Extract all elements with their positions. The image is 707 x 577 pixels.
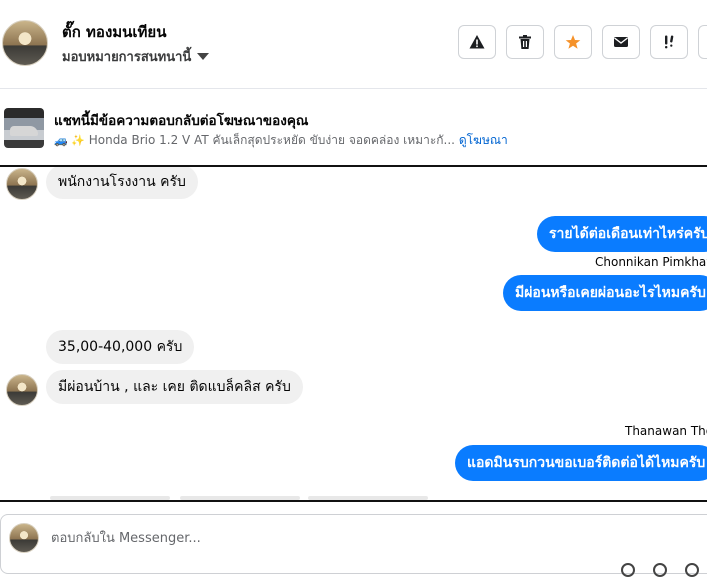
- star-icon: [565, 35, 581, 49]
- reply-composer: [0, 514, 707, 577]
- follow-up-button[interactable]: [650, 25, 688, 59]
- report-spam-button[interactable]: [458, 25, 496, 59]
- contact-name[interactable]: ตั๊ก ทองมนเทียน: [62, 20, 166, 44]
- outgoing-message[interactable]: มีผ่อนหรือเคยผ่อนอะไรไหมครับ: [503, 275, 707, 311]
- divider: [0, 500, 707, 502]
- ad-car-thumbnail[interactable]: [4, 108, 44, 148]
- envelope-icon: [614, 37, 628, 47]
- car-sparkles-emoji: 🚙 ✨: [54, 134, 85, 147]
- outgoing-message[interactable]: แอดมินรบกวนขอเบอร์ติดต่อได้ไหมครับ: [455, 445, 707, 481]
- incoming-message[interactable]: มีผ่อนบ้าน , และ เคย ติดแบล็คลิส ครับ: [46, 370, 303, 404]
- ad-reply-banner: แชทนี้มีข้อความตอบกลับต่อโฆษณาของคุณ 🚙 ✨…: [0, 89, 707, 167]
- view-ad-link[interactable]: ดูโฆษณา: [459, 133, 508, 147]
- attach-icon[interactable]: [653, 563, 667, 577]
- assign-label: มอบหมายการสนทนานี้: [62, 50, 192, 65]
- emoji-icon[interactable]: [621, 563, 635, 577]
- contact-avatar-small: [6, 374, 38, 406]
- star-button[interactable]: [554, 25, 592, 59]
- delete-button[interactable]: [506, 25, 544, 59]
- contact-avatar[interactable]: [2, 20, 48, 66]
- ad-banner-title: แชทนี้มีข้อความตอบกลับต่อโฆษณาของคุณ: [54, 113, 309, 129]
- more-icon[interactable]: [685, 563, 699, 577]
- mark-unread-button[interactable]: [602, 25, 640, 59]
- incoming-message[interactable]: พนักงานโรงงาน ครับ: [46, 167, 198, 199]
- reply-input[interactable]: [49, 525, 473, 551]
- conversation-header: ตั๊ก ทองมนเทียน มอบหมายการสนทนานี้: [0, 0, 707, 89]
- contact-avatar-small: [6, 168, 38, 200]
- page-avatar: [9, 523, 39, 553]
- warning-icon: [469, 35, 485, 49]
- trash-icon: [519, 35, 531, 49]
- more-actions-button[interactable]: [698, 25, 707, 59]
- ad-description-line: 🚙 ✨ Honda Brio 1.2 V AT คันเล็กสุดประหยั…: [54, 131, 508, 150]
- assign-conversation-dropdown[interactable]: มอบหมายการสนทนานี้: [62, 46, 210, 67]
- ad-description: Honda Brio 1.2 V AT คันเล็กสุดประหยัด ขั…: [88, 133, 455, 147]
- outgoing-message[interactable]: รายได้ต่อเดือนเท่าไหร่ครับ: [537, 216, 707, 252]
- message-thread[interactable]: พนักงานโรงงาน ครับ รายได้ต่อเดือนเท่าไหร…: [0, 167, 707, 500]
- incoming-message[interactable]: 35,00-40,000 ครับ: [46, 330, 195, 364]
- sender-name: Thanawan Thongdee: [625, 424, 707, 438]
- sender-name: Chonnikan Pimkhaw: [595, 255, 707, 269]
- chevron-down-icon: [197, 53, 210, 60]
- exclamation-icon: [665, 35, 674, 49]
